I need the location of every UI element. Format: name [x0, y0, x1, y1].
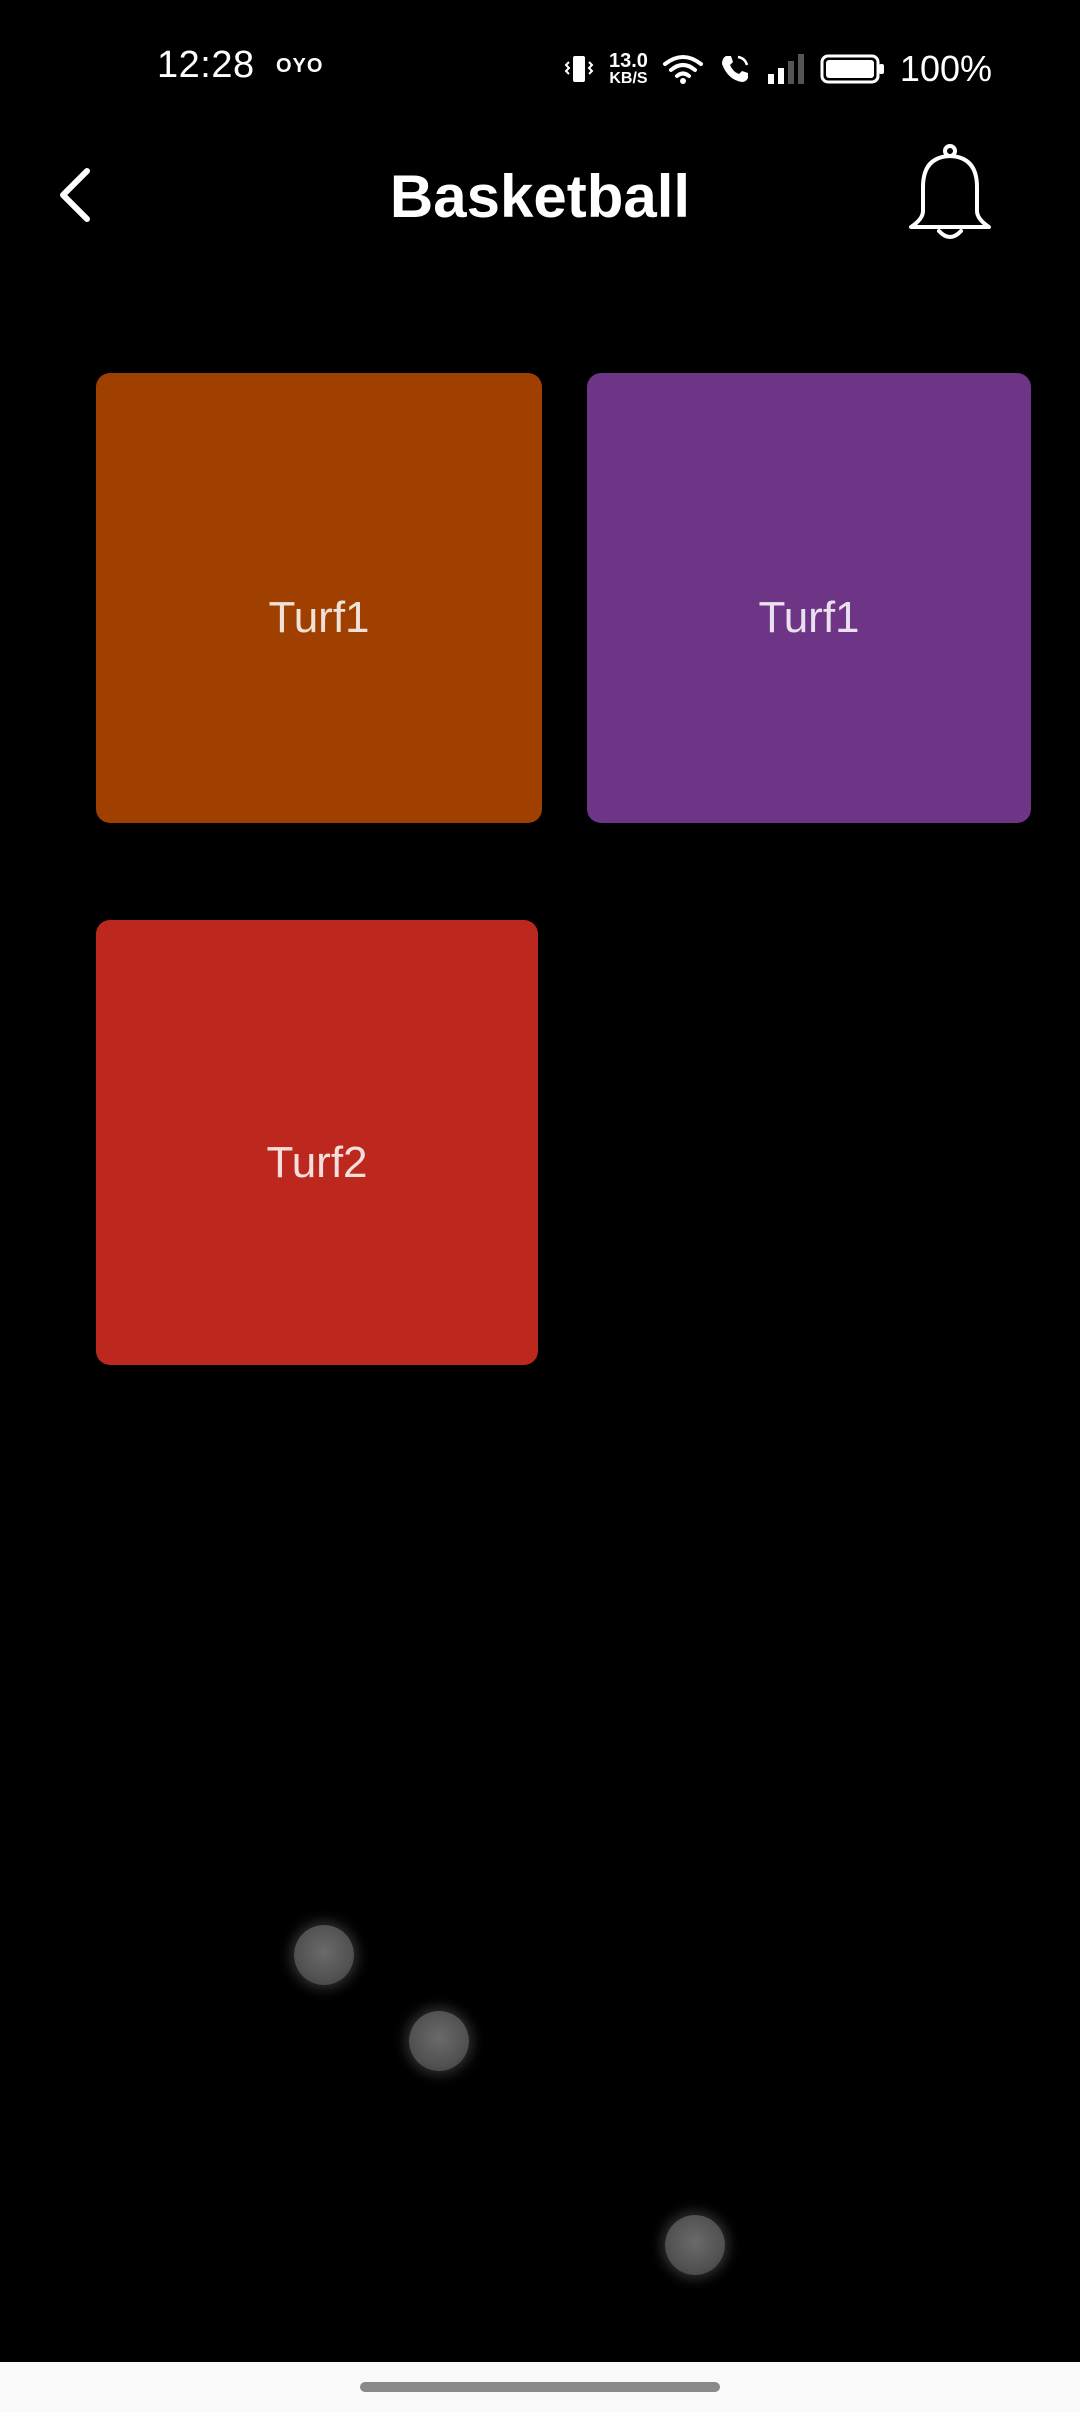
- turf-tile[interactable]: Turf1: [96, 373, 542, 823]
- turf-tile[interactable]: Turf2: [96, 920, 538, 1365]
- screen: 12:28 OYO 13.0 KB/S 100% Basketball Turf…: [0, 0, 1080, 2412]
- network-speed: 13.0 KB/S: [609, 51, 648, 87]
- oyo-app-icon: OYO: [276, 55, 324, 77]
- signal-icon: [767, 54, 804, 84]
- status-icons: 13.0 KB/S 100%: [563, 44, 992, 94]
- battery-icon: [820, 54, 884, 84]
- turf-tile[interactable]: Turf1: [587, 373, 1031, 823]
- turf-tile-label: Turf2: [266, 1137, 368, 1187]
- turf-tile-label: Turf1: [758, 593, 860, 642]
- vibrate-icon: [564, 56, 594, 82]
- touch-indicator-dot: [409, 2011, 469, 2071]
- app-header: Basketball: [0, 140, 1080, 250]
- home-indicator-bar[interactable]: [360, 2382, 720, 2392]
- network-speed-unit: KB/S: [609, 70, 648, 87]
- notifications-button[interactable]: [900, 140, 1000, 250]
- navigation-bar: [0, 2362, 1080, 2412]
- call-icon: [721, 55, 749, 82]
- turf-tile-label: Turf1: [268, 593, 370, 642]
- status-bar: 12:28 OYO 13.0 KB/S 100%: [0, 0, 1080, 140]
- wifi-icon: [662, 55, 703, 84]
- network-speed-value: 13.0: [608, 50, 648, 72]
- bell-icon: [909, 144, 991, 239]
- touch-indicator-dot: [665, 2215, 725, 2275]
- battery-percent: 100%: [899, 48, 992, 89]
- status-time: 12:28: [157, 44, 255, 86]
- touch-indicator-dot: [294, 1925, 354, 1985]
